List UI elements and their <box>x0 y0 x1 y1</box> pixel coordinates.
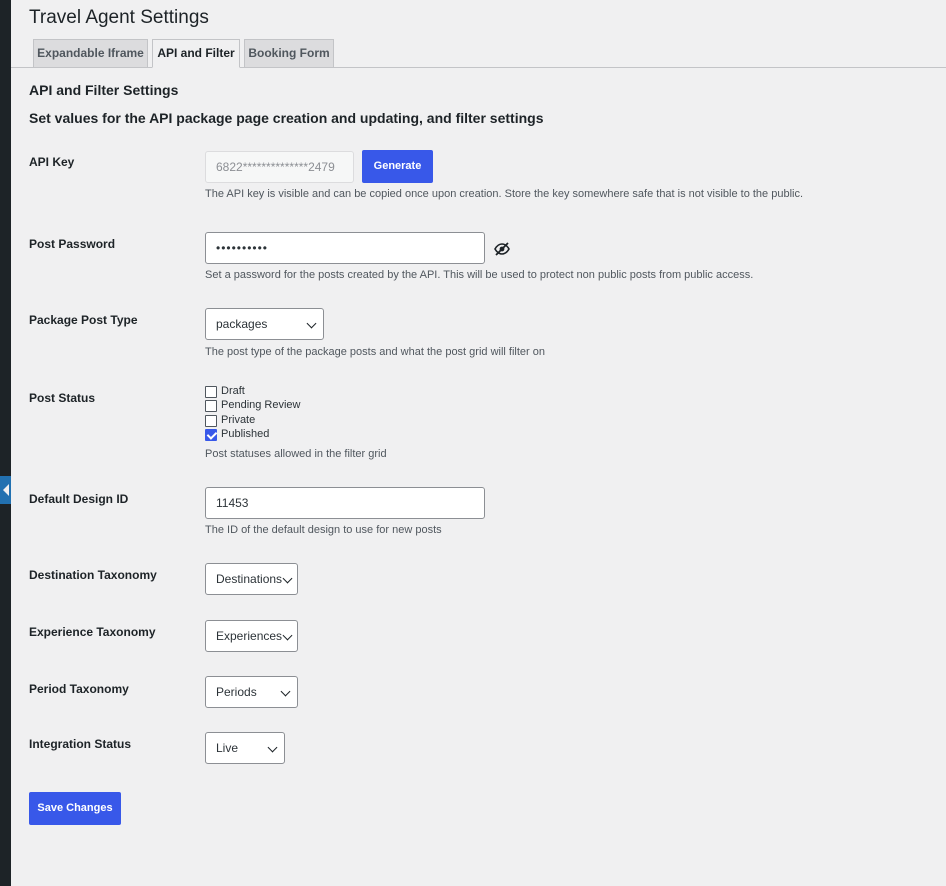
section-subheading: Set values for the API package page crea… <box>29 110 544 126</box>
chevron-down-icon <box>280 686 291 697</box>
integration-status-select[interactable]: Live <box>205 732 285 764</box>
tab-booking-form[interactable]: Booking Form <box>244 39 334 68</box>
package-post-type-value: packages <box>216 317 268 331</box>
pending-review-label: Pending Review <box>221 399 301 411</box>
chevron-down-icon <box>306 318 317 329</box>
destination-taxonomy-value: Destinations <box>216 572 283 586</box>
chevron-down-icon <box>267 742 278 753</box>
experience-taxonomy-value: Experiences <box>216 629 283 643</box>
save-changes-button[interactable]: Save Changes <box>29 792 121 825</box>
section-heading: API and Filter Settings <box>29 82 179 98</box>
post-password-label: Post Password <box>29 237 116 251</box>
package-post-type-select[interactable]: packages <box>205 308 324 340</box>
post-status-label: Post Status <box>29 391 96 405</box>
default-design-label: Default Design ID <box>29 492 129 506</box>
api-key-label: API Key <box>29 155 75 169</box>
published-label: Published <box>221 428 270 440</box>
default-design-description: The ID of the default design to use for … <box>205 524 442 536</box>
destination-taxonomy-select[interactable]: Destinations <box>205 563 298 595</box>
settings-tabs: Expandable Iframe API and Filter Booking… <box>11 39 946 68</box>
integration-status-value: Live <box>216 741 239 755</box>
experience-taxonomy-select[interactable]: Experiences <box>205 620 298 652</box>
integration-status-label: Integration Status <box>29 737 132 751</box>
draft-checkbox[interactable] <box>205 386 217 398</box>
eye-slash-icon[interactable] <box>494 241 510 257</box>
chevron-down-icon <box>282 573 293 584</box>
draft-label: Draft <box>221 385 245 397</box>
post-password-description: Set a password for the posts created by … <box>205 269 754 281</box>
post-password-field[interactable]: •••••••••• <box>205 232 485 264</box>
collapse-menu-arrow-icon[interactable] <box>0 476 11 504</box>
package-post-type-description: The post type of the package posts and w… <box>205 346 545 358</box>
tab-api-and-filter[interactable]: API and Filter <box>152 39 240 68</box>
admin-sidebar-strip <box>0 0 11 886</box>
published-checkbox[interactable] <box>205 429 217 441</box>
experience-taxonomy-label: Experience Taxonomy <box>29 625 156 639</box>
private-label: Private <box>221 414 256 426</box>
chevron-down-icon <box>282 630 293 641</box>
pending-review-checkbox[interactable] <box>205 400 217 412</box>
api-key-field: 6822**************2479 <box>205 151 354 183</box>
destination-taxonomy-label: Destination Taxonomy <box>29 568 157 582</box>
period-taxonomy-select[interactable]: Periods <box>205 676 298 708</box>
generate-button[interactable]: Generate <box>362 150 433 183</box>
package-post-type-label: Package Post Type <box>29 313 138 327</box>
private-checkbox[interactable] <box>205 415 217 427</box>
period-taxonomy-label: Period Taxonomy <box>29 682 129 696</box>
default-design-id-field[interactable]: 11453 <box>205 487 485 519</box>
post-status-description: Post statuses allowed in the filter grid <box>205 448 387 460</box>
page-title: Travel Agent Settings <box>29 7 209 28</box>
period-taxonomy-value: Periods <box>216 685 257 699</box>
tab-expandable-iframe[interactable]: Expandable Iframe <box>33 39 148 68</box>
api-key-description: The API key is visible and can be copied… <box>205 188 804 200</box>
